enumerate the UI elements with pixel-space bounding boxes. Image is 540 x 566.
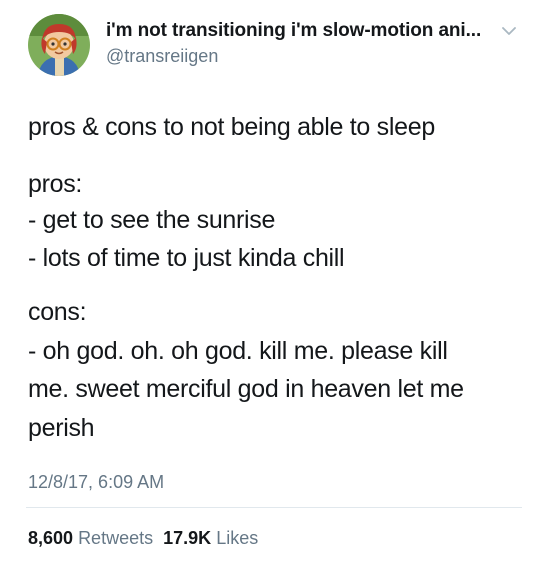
display-name[interactable]: i'm not transitioning i'm slow-motion an… (106, 20, 481, 42)
tweet-text-line: - lots of time to just kinda chill (28, 244, 345, 272)
tweet-text-line: cons: (28, 298, 87, 326)
tweet-text-line: - oh god. oh. oh god. kill me. please ki… (28, 337, 448, 365)
divider (26, 507, 522, 508)
tweet-text-line: pros: (28, 170, 83, 198)
user-handle[interactable]: @transreiigen (106, 46, 218, 67)
tweet-text-line: pros & cons to not being able to sleep (28, 113, 435, 141)
tweet-timestamp[interactable]: 12/8/17, 6:09 AM (28, 472, 164, 493)
chevron-down-icon[interactable] (500, 24, 518, 38)
retweets-count: 8,600 (28, 528, 74, 548)
tweet-text-line: perish (28, 414, 95, 442)
tweet-text-line: me. sweet merciful god in heaven let me (28, 375, 464, 403)
avatar[interactable] (28, 14, 90, 76)
retweets-stat[interactable]: 8,600 Retweets (28, 528, 153, 548)
retweets-label: Retweets (78, 528, 154, 548)
tweet: i'm not transitioning i'm slow-motion an… (0, 0, 540, 566)
tweet-stats: 8,600 Retweets 17.9K Likes (28, 528, 258, 549)
likes-stat[interactable]: 17.9K Likes (163, 528, 258, 548)
avatar-image (28, 14, 90, 76)
likes-count: 17.9K (163, 528, 212, 548)
likes-label: Likes (216, 528, 259, 548)
tweet-text-line: - get to see the sunrise (28, 206, 276, 234)
